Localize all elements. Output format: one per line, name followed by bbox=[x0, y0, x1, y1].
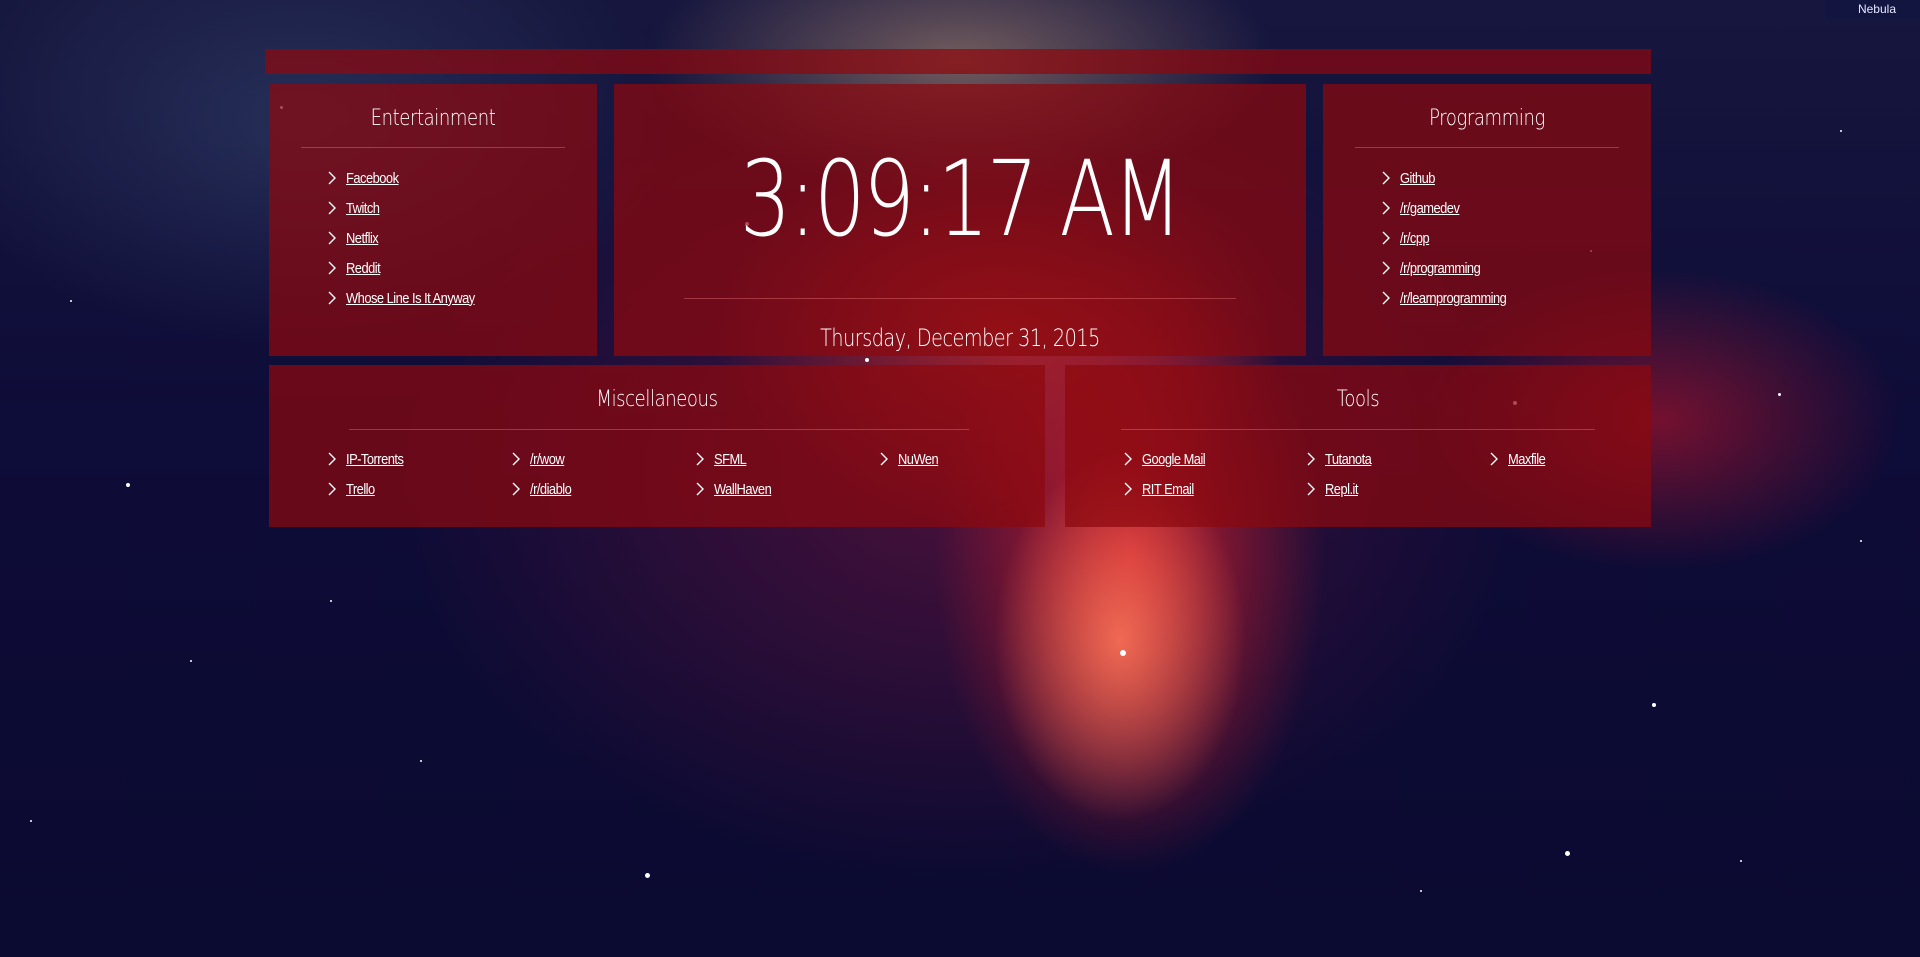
tools-title: Tools bbox=[1336, 387, 1380, 412]
chevron-right-icon bbox=[512, 482, 520, 496]
window-tab-title: Nebula bbox=[1857, 2, 1896, 16]
link-tutanota[interactable]: Tutanota bbox=[1325, 451, 1372, 468]
chevron-right-icon bbox=[328, 452, 336, 466]
chevron-right-icon bbox=[1382, 171, 1390, 185]
link-cpp[interactable]: /r/cpp bbox=[1400, 230, 1430, 247]
link-item-wallhaven[interactable]: WallHaven bbox=[692, 478, 781, 500]
clock-date: Thursday, December 31, 2015 bbox=[820, 324, 1100, 352]
chevron-right-icon bbox=[328, 231, 336, 245]
link-item-reddit[interactable]: Reddit bbox=[324, 257, 386, 279]
chevron-right-icon bbox=[696, 482, 704, 496]
chevron-right-icon bbox=[696, 452, 704, 466]
chevron-right-icon bbox=[1307, 482, 1315, 496]
link-trello[interactable]: Trello bbox=[346, 481, 375, 498]
miscellaneous-divider bbox=[349, 429, 969, 430]
link-wow[interactable]: /r/wow bbox=[530, 451, 565, 468]
entertainment-title: Entertainment bbox=[370, 106, 496, 131]
link-facebook[interactable]: Facebook bbox=[346, 170, 399, 187]
chevron-right-icon bbox=[1124, 452, 1132, 466]
link-item-netflix[interactable]: Netflix bbox=[324, 227, 383, 249]
entertainment-panel: Entertainment Facebook Twitch Netflix Re… bbox=[269, 84, 597, 356]
link-rit-email[interactable]: RIT Email bbox=[1142, 481, 1194, 498]
window-tab[interactable]: Nebula bbox=[1826, 0, 1920, 19]
link-learnprogramming[interactable]: /r/learnprogramming bbox=[1400, 290, 1507, 307]
chevron-right-icon bbox=[1382, 291, 1390, 305]
link-nuwen[interactable]: NuWen bbox=[898, 451, 939, 468]
link-sfml[interactable]: SFML bbox=[714, 451, 747, 468]
top-bar bbox=[265, 49, 1651, 74]
link-item-maxfile[interactable]: Maxfile bbox=[1486, 448, 1551, 470]
link-item-whose-line[interactable]: Whose Line Is It Anyway bbox=[324, 287, 496, 309]
chevron-right-icon bbox=[1382, 201, 1390, 215]
link-ip-torrents[interactable]: IP-Torrents bbox=[346, 451, 404, 468]
link-item-diablo[interactable]: /r/diablo bbox=[508, 478, 578, 500]
clock-time: 3:09:17 AM bbox=[739, 138, 1183, 260]
chevron-right-icon bbox=[1307, 452, 1315, 466]
clock-panel: 3:09:17 AM Thursday, December 31, 2015 bbox=[614, 84, 1306, 356]
link-programming[interactable]: /r/programming bbox=[1400, 260, 1481, 277]
link-item-replit[interactable]: Repl.it bbox=[1303, 478, 1363, 500]
link-item-ip-torrents[interactable]: IP-Torrents bbox=[324, 448, 413, 470]
chevron-right-icon bbox=[328, 261, 336, 275]
link-item-rit-email[interactable]: RIT Email bbox=[1120, 478, 1202, 500]
link-netflix[interactable]: Netflix bbox=[346, 230, 379, 247]
link-replit[interactable]: Repl.it bbox=[1325, 481, 1358, 498]
tools-panel: Tools Google Mail Tutanota Maxfile RIT E… bbox=[1065, 365, 1651, 527]
link-google-mail[interactable]: Google Mail bbox=[1142, 451, 1206, 468]
entertainment-divider bbox=[301, 147, 565, 148]
link-item-learnprogramming[interactable]: /r/learnprogramming bbox=[1378, 287, 1524, 309]
link-item-twitch[interactable]: Twitch bbox=[324, 197, 385, 219]
link-item-wow[interactable]: /r/wow bbox=[508, 448, 570, 470]
chevron-right-icon bbox=[328, 291, 336, 305]
chevron-right-icon bbox=[328, 201, 336, 215]
link-item-programming[interactable]: /r/programming bbox=[1378, 257, 1493, 279]
link-item-cpp[interactable]: /r/cpp bbox=[1378, 227, 1434, 249]
programming-panel: Programming Github /r/gamedev /r/cpp /r/… bbox=[1323, 84, 1651, 356]
link-item-nuwen[interactable]: NuWen bbox=[876, 448, 945, 470]
link-item-sfml[interactable]: SFML bbox=[692, 448, 752, 470]
programming-divider bbox=[1355, 147, 1619, 148]
link-item-google-mail[interactable]: Google Mail bbox=[1120, 448, 1215, 470]
link-wallhaven[interactable]: WallHaven bbox=[714, 481, 772, 498]
link-item-github[interactable]: Github bbox=[1378, 167, 1441, 189]
chevron-right-icon bbox=[1490, 452, 1498, 466]
chevron-right-icon bbox=[1124, 482, 1132, 496]
chevron-right-icon bbox=[880, 452, 888, 466]
link-gamedev[interactable]: /r/gamedev bbox=[1400, 200, 1460, 217]
chevron-right-icon bbox=[1382, 231, 1390, 245]
link-item-trello[interactable]: Trello bbox=[324, 478, 379, 500]
chevron-right-icon bbox=[512, 452, 520, 466]
link-maxfile[interactable]: Maxfile bbox=[1508, 451, 1546, 468]
link-github[interactable]: Github bbox=[1400, 170, 1435, 187]
link-item-gamedev[interactable]: /r/gamedev bbox=[1378, 197, 1469, 219]
link-item-facebook[interactable]: Facebook bbox=[324, 167, 407, 189]
link-whose-line[interactable]: Whose Line Is It Anyway bbox=[346, 290, 475, 307]
link-reddit[interactable]: Reddit bbox=[346, 260, 381, 277]
clock-divider bbox=[684, 298, 1236, 299]
link-twitch[interactable]: Twitch bbox=[346, 200, 380, 217]
link-item-tutanota[interactable]: Tutanota bbox=[1303, 448, 1379, 470]
tools-divider bbox=[1121, 429, 1595, 430]
chevron-right-icon bbox=[328, 482, 336, 496]
chevron-right-icon bbox=[328, 171, 336, 185]
link-diablo[interactable]: /r/diablo bbox=[530, 481, 572, 498]
miscellaneous-panel: Miscellaneous IP-Torrents /r/wow SFML Nu… bbox=[269, 365, 1045, 527]
chevron-right-icon bbox=[1382, 261, 1390, 275]
miscellaneous-title: Miscellaneous bbox=[596, 387, 718, 412]
programming-title: Programming bbox=[1429, 106, 1545, 131]
